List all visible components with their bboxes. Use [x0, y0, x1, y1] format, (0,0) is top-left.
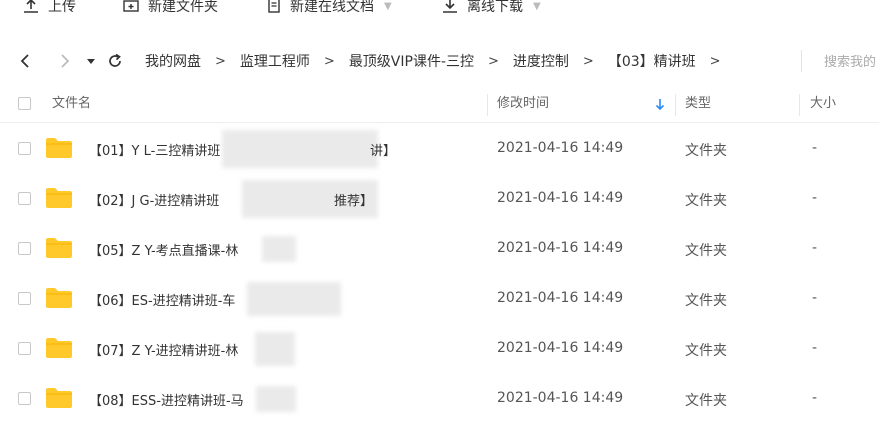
chevron-down-icon[interactable]: ▼ [533, 1, 541, 12]
redaction-mask [222, 130, 378, 168]
column-header-type[interactable]: 类型 [685, 86, 711, 122]
breadcrumb-item[interactable]: 最顶级VIP课件-三控 [349, 51, 474, 71]
modified-time: 2021-04-16 14:49 [497, 140, 624, 156]
row-checkbox[interactable] [18, 142, 31, 155]
breadcrumb-separator-icon: > [323, 53, 335, 69]
upload-label: 上传 [48, 0, 76, 15]
modified-time: 2021-04-16 14:49 [497, 190, 624, 206]
modified-time: 2021-04-16 14:49 [497, 340, 624, 356]
breadcrumb: 我的网盘 > 监理工程师 > 最顶级VIP课件-三控 > 进度控制 > 【03】… [145, 51, 735, 71]
row-checkbox[interactable] [18, 342, 31, 355]
new-folder-button[interactable]: 新建文件夹 [122, 0, 218, 17]
column-header-size[interactable]: 大小 [810, 86, 836, 122]
offline-download-label: 离线下载 [467, 0, 523, 15]
folder-icon [46, 138, 72, 158]
file-size: - [812, 190, 818, 206]
download-icon [443, 0, 457, 13]
offline-download-button[interactable]: 离线下载 ▼ [441, 0, 541, 17]
folder-icon [46, 288, 72, 308]
upload-icon [24, 0, 38, 13]
new-folder-icon [123, 0, 139, 12]
caret-down-icon [87, 59, 95, 64]
breadcrumb-separator-icon: > [709, 53, 721, 69]
modified-time: 2021-04-16 14:49 [497, 290, 624, 306]
column-divider [675, 94, 676, 116]
new-online-doc-button[interactable]: 新建在线文档 ▼ [266, 0, 392, 17]
sort-descending-icon[interactable] [655, 98, 665, 111]
upload-button[interactable]: 上传 [22, 0, 76, 17]
column-header-name[interactable]: 文件名 [52, 86, 91, 122]
new-folder-label: 新建文件夹 [148, 0, 218, 15]
breadcrumb-item[interactable]: 监理工程师 [240, 51, 310, 71]
back-button[interactable] [18, 53, 32, 69]
search-divider [801, 50, 802, 72]
table-row[interactable]: 【01】Y L-三控精讲班 讲】 2021-04-16 14:49 文件夹 - [0, 124, 879, 174]
refresh-icon [109, 53, 121, 67]
file-list-header: 文件名 修改时间 类型 大小 [0, 86, 879, 123]
file-name-link[interactable]: 【05】Z Y-考点直播课-林 [89, 240, 238, 259]
history-dropdown-button[interactable] [86, 56, 96, 66]
row-checkbox[interactable] [18, 242, 31, 255]
file-size: - [812, 340, 818, 356]
breadcrumb-item[interactable]: 进度控制 [513, 51, 569, 71]
folder-icon [46, 238, 72, 258]
chevron-right-icon [61, 54, 70, 68]
file-name-tail[interactable]: 讲】 [370, 140, 396, 159]
file-type: 文件夹 [685, 193, 727, 209]
breadcrumb-separator-icon: > [582, 53, 594, 69]
search-input[interactable]: 搜索我的 [824, 51, 876, 70]
breadcrumb-current[interactable]: 【03】精讲班 [608, 51, 696, 71]
redaction-mask [262, 236, 296, 262]
file-type: 文件夹 [685, 293, 727, 309]
file-size: - [812, 390, 818, 406]
file-size: - [812, 140, 818, 156]
new-online-doc-label: 新建在线文档 [290, 0, 374, 15]
table-row[interactable]: 【05】Z Y-考点直播课-林 2021-04-16 14:49 文件夹 - [0, 224, 879, 274]
folder-icon [46, 388, 72, 408]
column-header-modified[interactable]: 修改时间 [497, 86, 549, 122]
modified-time: 2021-04-16 14:49 [497, 240, 624, 256]
file-type: 文件夹 [685, 243, 727, 259]
file-name-link[interactable]: 【06】ES-进控精讲班-车 [89, 290, 235, 309]
file-name-link[interactable]: 【02】J G-进控精讲班 [89, 190, 219, 209]
redaction-mask [247, 282, 341, 316]
nav-bar: 我的网盘 > 监理工程师 > 最顶级VIP课件-三控 > 进度控制 > 【03】… [0, 44, 879, 78]
table-row[interactable]: 【02】J G-进控精讲班 推荐】 2021-04-16 14:49 文件夹 - [0, 174, 879, 224]
table-row[interactable]: 【07】Z Y-进控精讲班-林 2021-04-16 14:49 文件夹 - [0, 324, 879, 374]
file-name-link[interactable]: 【08】ESS-进控精讲班-马 [89, 390, 244, 409]
table-row[interactable]: 【06】ES-进控精讲班-车 2021-04-16 14:49 文件夹 - [0, 274, 879, 324]
forward-button[interactable] [58, 53, 72, 69]
breadcrumb-separator-icon: > [488, 53, 499, 69]
row-checkbox[interactable] [18, 292, 31, 305]
refresh-button[interactable] [106, 52, 124, 70]
column-divider [487, 94, 488, 116]
file-name-link[interactable]: 【07】Z Y-进控精讲班-林 [89, 340, 238, 359]
breadcrumb-separator-icon: > [215, 53, 226, 69]
breadcrumb-item[interactable]: 我的网盘 [145, 51, 201, 71]
file-size: - [812, 240, 818, 256]
column-divider [799, 94, 800, 116]
row-checkbox[interactable] [18, 192, 31, 205]
toolbar: 上传 新建文件夹 新建在线文档 ▼ 离线下载 ▼ [0, 0, 879, 22]
table-row[interactable]: 【08】ESS-进控精讲班-马 2021-04-16 14:49 文件夹 - [0, 374, 879, 424]
folder-icon [46, 188, 72, 208]
modified-time: 2021-04-16 14:49 [497, 390, 624, 406]
file-name-link[interactable]: 【01】Y L-三控精讲班 [89, 140, 220, 159]
row-checkbox[interactable] [18, 392, 31, 405]
select-all-checkbox[interactable] [18, 97, 31, 110]
file-type: 文件夹 [685, 143, 727, 159]
redaction-mask [256, 386, 296, 412]
file-type: 文件夹 [685, 393, 727, 409]
folder-icon [46, 338, 72, 358]
file-type: 文件夹 [685, 343, 727, 359]
file-size: - [812, 290, 818, 306]
chevron-left-icon [20, 54, 29, 68]
document-icon [268, 0, 280, 13]
redaction-mask [255, 332, 295, 366]
chevron-down-icon[interactable]: ▼ [384, 1, 392, 12]
file-name-tail[interactable]: 推荐】 [334, 190, 373, 209]
